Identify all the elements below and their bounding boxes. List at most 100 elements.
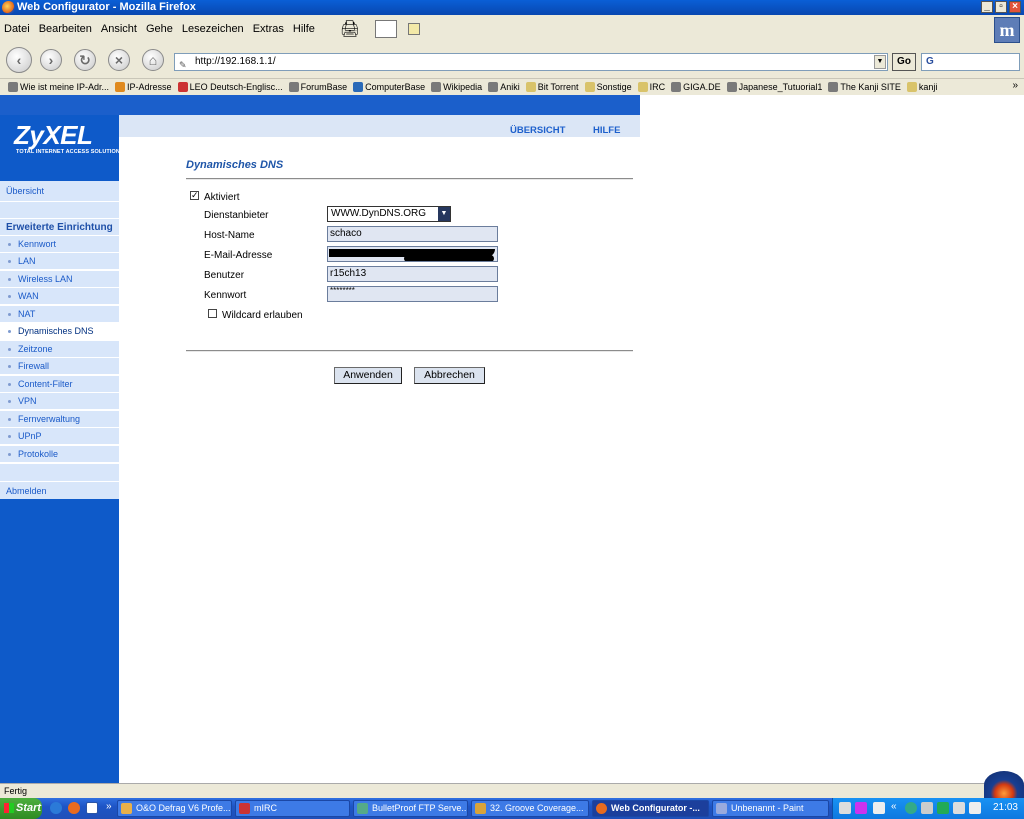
- home-button[interactable]: ⌂: [142, 49, 164, 71]
- help-link[interactable]: HILFE: [593, 125, 620, 136]
- bookmark-item[interactable]: GIGA.DE: [671, 82, 721, 92]
- user-input[interactable]: r15ch13: [327, 266, 498, 282]
- maximize-button[interactable]: ▫: [995, 1, 1007, 13]
- forward-button[interactable]: ›: [40, 49, 62, 71]
- sidebar-item-overview[interactable]: Übersicht: [0, 181, 119, 201]
- back-button[interactable]: ‹: [6, 47, 32, 73]
- bookmark-item[interactable]: kanji: [906, 82, 938, 92]
- bookmark-item[interactable]: Sonstige: [584, 82, 632, 92]
- menu-hilfe[interactable]: Hilfe: [293, 23, 315, 35]
- start-button[interactable]: Start: [0, 798, 42, 819]
- sidebar-item-vpn[interactable]: VPN: [0, 393, 119, 410]
- task-mirc[interactable]: mIRC: [235, 800, 350, 817]
- bookmarks-overflow-chevron-icon[interactable]: »: [1012, 80, 1018, 91]
- sidebar-item-fernverwaltung[interactable]: Fernverwaltung: [0, 411, 119, 428]
- bookmark-item[interactable]: IP-Adresse: [115, 82, 172, 92]
- email-input[interactable]: [327, 246, 498, 262]
- sidebar-item-wireless-lan[interactable]: Wireless LAN: [0, 271, 119, 288]
- bookmark-item[interactable]: Bit Torrent: [525, 82, 579, 92]
- task-defrag[interactable]: O&O Defrag V6 Profe...: [117, 800, 232, 817]
- url-bar[interactable]: ✎ http://192.168.1.1/ ▼: [174, 53, 888, 71]
- task-label: O&O Defrag V6 Profe...: [136, 803, 231, 813]
- bookmark-icon: [431, 82, 442, 92]
- menu-bearbeiten[interactable]: Bearbeiten: [39, 23, 92, 35]
- volume-icon[interactable]: [969, 802, 981, 814]
- menu-lesezeichen[interactable]: Lesezeichen: [182, 23, 244, 35]
- bookmark-item[interactable]: ForumBase: [288, 82, 347, 92]
- sidebar-item-nat[interactable]: NAT: [0, 306, 119, 323]
- search-input[interactable]: G: [921, 53, 1020, 71]
- bookmark-item[interactable]: Japanese_Tutuorial1: [726, 82, 822, 92]
- window-title-bar: Web Configurator - Mozilla Firefox _ ▫ ×: [0, 0, 1024, 15]
- bookmark-label: IRC: [649, 82, 666, 92]
- sidebar-item-firewall[interactable]: Firewall: [0, 358, 119, 375]
- page-title: Dynamisches DNS: [186, 159, 284, 171]
- provider-select[interactable]: WWW.DynDNS.ORG ▼: [327, 206, 451, 222]
- tray-icon[interactable]: [839, 802, 851, 814]
- enabled-checkbox[interactable]: ✓: [190, 191, 199, 200]
- close-button[interactable]: ×: [1009, 1, 1021, 13]
- tray-icon[interactable]: [905, 802, 917, 814]
- menu-datei[interactable]: Datei: [4, 23, 30, 35]
- print-icon[interactable]: 🖨: [340, 19, 360, 39]
- apply-button[interactable]: Anwenden: [334, 367, 402, 384]
- ie-icon[interactable]: [50, 802, 62, 814]
- firefox-icon: [2, 1, 15, 14]
- host-name-input[interactable]: schaco: [327, 226, 498, 242]
- sidebar-item-dynamic-dns[interactable]: Dynamisches DNS: [0, 323, 119, 340]
- tray-icon[interactable]: [921, 802, 933, 814]
- task-bulletproof[interactable]: BulletProof FTP Serve...: [353, 800, 468, 817]
- wildcard-checkbox[interactable]: [208, 309, 217, 318]
- task-groove-coverage[interactable]: 32. Groove Coverage...: [471, 800, 589, 817]
- password-input[interactable]: ********: [327, 286, 498, 302]
- tray-icon[interactable]: [855, 802, 867, 814]
- tray-icon[interactable]: [953, 802, 965, 814]
- new-window-icon[interactable]: [375, 20, 398, 38]
- header-strip: [0, 95, 640, 115]
- sidebar-item-content-filter[interactable]: Content-Filter: [0, 376, 119, 393]
- bookmark-item[interactable]: Wikipedia: [431, 82, 482, 92]
- minimize-button[interactable]: _: [981, 1, 993, 13]
- logo-tagline: TOTAL INTERNET ACCESS SOLUTION: [16, 149, 120, 155]
- tray-icon[interactable]: [873, 802, 885, 814]
- go-button[interactable]: Go: [892, 53, 916, 71]
- overview-link[interactable]: ÜBERSICHT: [510, 125, 565, 136]
- task-paint[interactable]: Unbenannt - Paint: [712, 800, 829, 817]
- menu-gehe[interactable]: Gehe: [146, 23, 173, 35]
- task-label: Unbenannt - Paint: [731, 803, 804, 813]
- sidebar-item-upnp[interactable]: UPnP: [0, 428, 119, 445]
- menu-extras[interactable]: Extras: [253, 23, 284, 35]
- sidebar-item-zeitzone[interactable]: Zeitzone: [0, 341, 119, 358]
- quicklaunch-chevron-icon[interactable]: »: [106, 801, 112, 812]
- bookmark-item[interactable]: Aniki: [488, 82, 520, 92]
- url-dropdown-icon[interactable]: ▼: [874, 55, 886, 69]
- firefox-quicklaunch-icon[interactable]: [68, 802, 80, 814]
- google-icon[interactable]: G: [926, 56, 934, 67]
- page-content: [0, 95, 1024, 783]
- reload-button[interactable]: ↻: [74, 49, 96, 71]
- tray-chevron-icon[interactable]: «: [891, 801, 897, 812]
- throbber-icon: m: [994, 17, 1020, 43]
- provider-value: WWW.DynDNS.ORG: [331, 208, 426, 219]
- bookmark-item[interactable]: LEO Deutsch-Englisc...: [177, 82, 283, 92]
- bookmark-item[interactable]: IRC: [637, 82, 666, 92]
- bookmark-item[interactable]: ComputerBase: [353, 82, 425, 92]
- sidebar-item-logout[interactable]: Abmelden: [0, 481, 119, 499]
- sidebar-section-advanced: Erweiterte Einrichtung: [0, 218, 119, 235]
- sidebar-item-wan[interactable]: WAN: [0, 288, 119, 305]
- cancel-button[interactable]: Abbrechen: [414, 367, 485, 384]
- sidebar-item-lan[interactable]: LAN: [0, 253, 119, 270]
- stop-button[interactable]: ×: [108, 49, 130, 71]
- chevron-down-icon[interactable]: ▼: [438, 207, 450, 221]
- tray-icon[interactable]: [937, 802, 949, 814]
- bookmark-add-icon[interactable]: [408, 23, 421, 35]
- bookmark-item[interactable]: Wie ist meine IP-Adr...: [8, 82, 109, 92]
- bookmark-label: kanji: [918, 82, 938, 92]
- sidebar-item-protokolle[interactable]: Protokolle: [0, 446, 119, 463]
- sidebar-item-kennwort[interactable]: Kennwort: [0, 236, 119, 253]
- word-icon[interactable]: [86, 802, 98, 814]
- bookmark-label: ComputerBase: [365, 82, 426, 92]
- bookmark-item[interactable]: The Kanji SITE: [828, 82, 901, 92]
- menu-ansicht[interactable]: Ansicht: [101, 23, 137, 35]
- task-web-configurator[interactable]: Web Configurator -...: [592, 800, 709, 817]
